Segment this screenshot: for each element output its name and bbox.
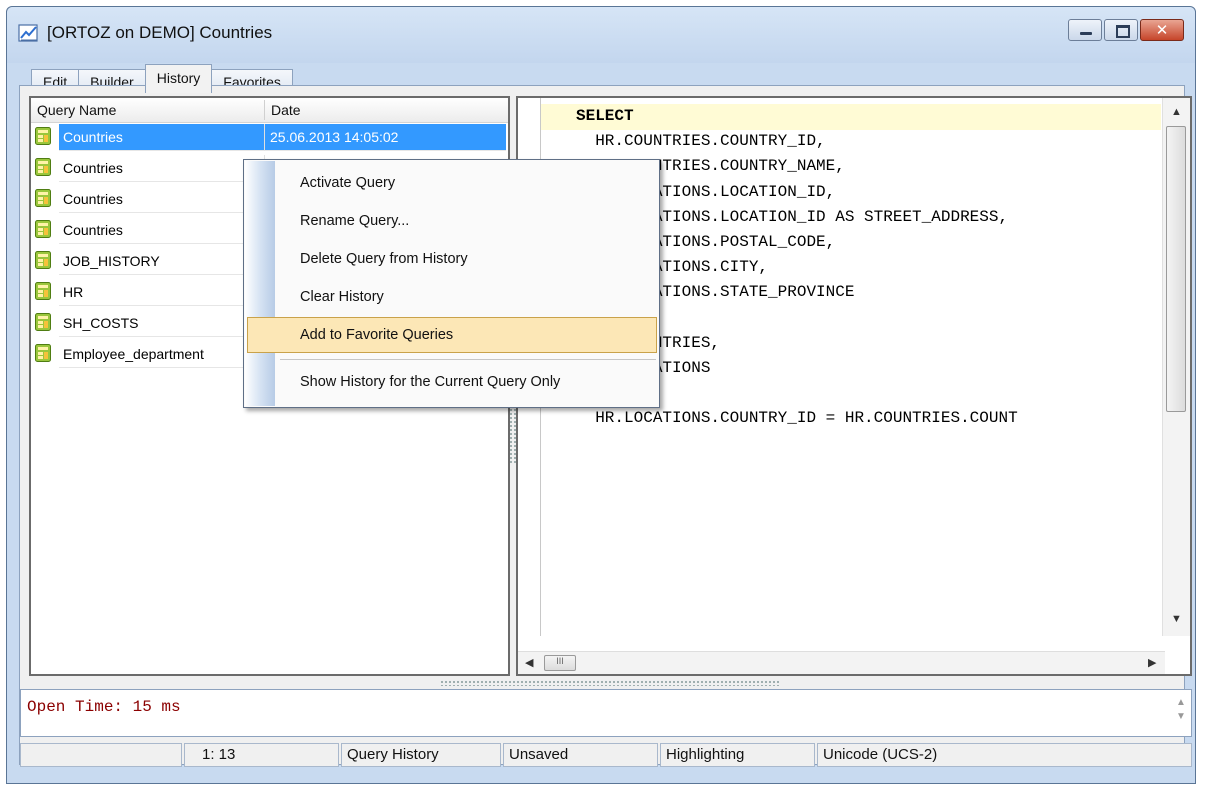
query-name-cell: Countries xyxy=(59,155,265,182)
scroll-up-icon[interactable]: ▲ xyxy=(1171,106,1182,118)
log-scrollbar[interactable]: ▲ ▼ xyxy=(1174,696,1188,732)
status-highlighting: Highlighting xyxy=(660,743,815,767)
vertical-scrollbar[interactable]: ▲ ▼ xyxy=(1162,98,1190,636)
scroll-down-icon[interactable]: ▼ xyxy=(1171,613,1182,625)
query-date-cell: 25.06.2013 14:05:02 xyxy=(265,124,506,151)
status-bar: 1: 13 Query History Unsaved Highlighting… xyxy=(20,741,1192,771)
query-icon xyxy=(35,220,51,238)
column-date[interactable]: Date xyxy=(271,102,301,118)
horizontal-splitter[interactable] xyxy=(440,680,780,686)
menu-separator xyxy=(280,359,656,360)
menu-item-activate-query[interactable]: Activate Query xyxy=(300,175,395,191)
query-icon xyxy=(35,282,51,300)
query-name-cell: JOB_HISTORY xyxy=(59,248,265,275)
status-mode: Query History xyxy=(341,743,501,767)
code-line: HR.COUNTRIES.COUNTRY_ID, xyxy=(576,132,826,151)
message-log[interactable]: Open Time: 15 ms ▲ ▼ xyxy=(20,689,1192,737)
query-name-cell: Countries xyxy=(59,217,265,244)
query-icon xyxy=(35,313,51,331)
menu-item-show-current-only[interactable]: Show History for the Current Query Only xyxy=(300,374,560,390)
history-context-menu: Activate Query Rename Query... Delete Qu… xyxy=(243,159,660,408)
list-header: Query Name Date xyxy=(31,98,508,123)
maximize-icon xyxy=(1116,25,1130,38)
log-scroll-up-icon[interactable]: ▲ xyxy=(1174,696,1188,710)
horizontal-scroll-thumb[interactable]: III xyxy=(544,655,576,671)
vertical-scroll-thumb[interactable] xyxy=(1166,126,1186,412)
status-saved: Unsaved xyxy=(503,743,658,767)
horizontal-scrollbar[interactable]: ◀ III ▶ xyxy=(518,651,1165,674)
query-icon xyxy=(35,158,51,176)
close-button[interactable]: ✕ xyxy=(1140,19,1184,41)
query-icon xyxy=(35,127,51,145)
menu-item-add-to-favorites[interactable]: Add to Favorite Queries xyxy=(300,327,453,343)
code-line: HR.LOCATIONS.COUNTRY_ID = HR.COUNTRIES.C… xyxy=(576,409,1018,428)
status-cell-empty xyxy=(20,743,182,767)
query-icon xyxy=(35,251,51,269)
scroll-right-icon[interactable]: ▶ xyxy=(1148,656,1156,669)
column-divider[interactable] xyxy=(264,100,265,120)
scroll-left-icon[interactable]: ◀ xyxy=(525,656,533,669)
query-name-cell: Countries xyxy=(59,186,265,213)
window-title: [ORTOZ on DEMO] Countries xyxy=(47,23,273,42)
tab-history[interactable]: History xyxy=(144,64,213,93)
query-icon xyxy=(35,344,51,362)
menu-item-rename-query[interactable]: Rename Query... xyxy=(300,213,409,229)
query-name-cell: HR xyxy=(59,279,265,306)
query-name-cell: SH_COSTS xyxy=(59,310,265,337)
close-icon: ✕ xyxy=(1155,22,1169,39)
status-cursor-position: 1: 13 xyxy=(184,743,339,767)
query-name-cell: Countries xyxy=(59,124,265,151)
query-name-cell: Employee_department xyxy=(59,341,265,368)
menu-icon-strip xyxy=(245,161,275,406)
minimize-button[interactable] xyxy=(1068,19,1102,41)
menu-item-delete-query[interactable]: Delete Query from History xyxy=(300,251,468,267)
code-line: SELECT xyxy=(576,107,634,125)
query-editor-icon xyxy=(18,24,38,42)
scroll-grip-icon: III xyxy=(556,656,564,666)
column-query-name[interactable]: Query Name xyxy=(37,102,116,118)
title-bar[interactable]: [ORTOZ on DEMO] Countries ✕ xyxy=(7,7,1195,63)
maximize-button[interactable] xyxy=(1104,19,1138,41)
minimize-icon xyxy=(1080,32,1092,35)
query-icon xyxy=(35,189,51,207)
menu-item-clear-history[interactable]: Clear History xyxy=(300,289,384,305)
open-time-message: Open Time: 15 ms xyxy=(27,698,181,716)
history-row[interactable]: Countries 25.06.2013 14:05:02 xyxy=(31,123,508,152)
log-scroll-down-icon[interactable]: ▼ xyxy=(1174,710,1188,724)
status-encoding: Unicode (UCS-2) xyxy=(817,743,1192,767)
